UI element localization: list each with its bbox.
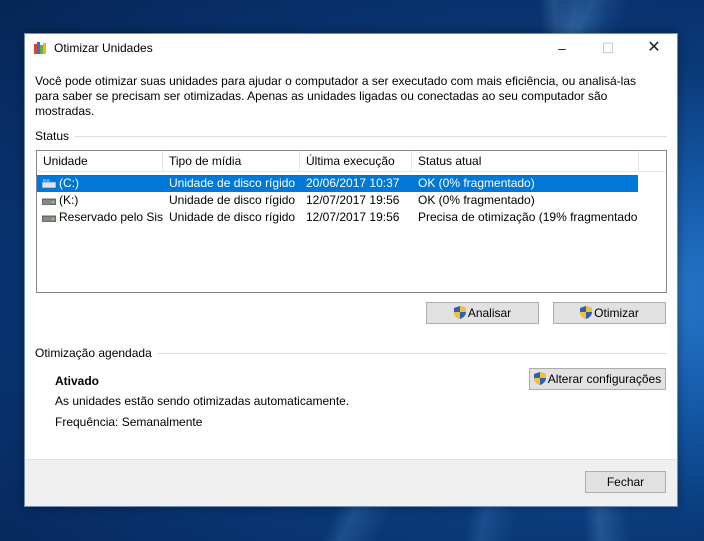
cell-unit: Reservado pelo Sist...	[59, 210, 163, 224]
change-settings-button[interactable]: Alterar configurações	[529, 368, 666, 390]
close-button[interactable]: Fechar	[585, 471, 666, 493]
column-current-status[interactable]: Status atual	[412, 151, 639, 171]
optimize-button[interactable]: Otimizar	[553, 302, 666, 324]
drives-list[interactable]: Unidade Tipo de mídia Última execução St…	[36, 150, 667, 293]
windows-drive-icon	[42, 179, 56, 188]
table-row[interactable]: Reservado pelo Sist... Unidade de disco …	[37, 209, 638, 226]
uac-shield-icon	[533, 372, 546, 385]
cell-status: OK (0% fragmentado)	[418, 193, 535, 207]
table-row[interactable]: (C:) Unidade de disco rígido 20/06/2017 …	[37, 175, 638, 192]
status-group-line	[35, 136, 667, 137]
cell-last-run: 12/07/2017 19:56	[306, 210, 400, 224]
cell-media: Unidade de disco rígido	[169, 176, 296, 190]
cell-media: Unidade de disco rígido	[169, 210, 296, 224]
uac-shield-icon	[580, 306, 593, 319]
cell-status: Precisa de otimização (19% fragmentado)	[418, 210, 638, 224]
cell-status: OK (0% fragmentado)	[418, 176, 535, 190]
column-last-run[interactable]: Última execução	[300, 151, 412, 171]
drive-icon	[42, 198, 56, 205]
column-unit[interactable]: Unidade	[37, 151, 163, 171]
column-media-type[interactable]: Tipo de mídia	[163, 151, 300, 171]
uac-shield-icon	[453, 306, 466, 319]
analyze-button[interactable]: Analisar	[426, 302, 539, 324]
description-text: Você pode otimizar suas unidades para aj…	[35, 74, 637, 118]
status-group-label: Status	[35, 129, 76, 143]
maximize-button[interactable]: ☐	[585, 34, 631, 62]
drive-icon	[42, 215, 56, 222]
title-bar[interactable]: Otimizar Unidades – ☐ ✕	[25, 34, 677, 62]
schedule-state: Ativado	[55, 374, 100, 388]
schedule-description: As unidades estão sendo otimizadas autom…	[55, 394, 350, 408]
cell-last-run: 12/07/2017 19:56	[306, 193, 400, 207]
minimize-button[interactable]: –	[539, 34, 585, 62]
analyze-label: Analisar	[467, 306, 512, 320]
dialog-footer: Fechar	[25, 459, 677, 506]
cell-media: Unidade de disco rígido	[169, 193, 296, 207]
cell-unit: (C:)	[59, 176, 79, 190]
schedule-frequency: Frequência: Semanalmente	[55, 415, 203, 429]
drives-list-header: Unidade Tipo de mídia Última execução St…	[37, 151, 666, 172]
cell-unit: (K:)	[59, 193, 79, 207]
window-client-area: Você pode otimizar suas unidades para aj…	[25, 62, 677, 506]
close-window-button[interactable]: ✕	[631, 34, 677, 62]
window-title: Otimizar Unidades	[54, 41, 153, 55]
optimize-label: Otimizar	[594, 306, 639, 320]
cell-last-run: 20/06/2017 10:37	[306, 176, 400, 190]
optimize-drives-window: Otimizar Unidades – ☐ ✕ Você pode otimiz…	[24, 33, 678, 507]
defrag-app-icon	[34, 42, 46, 54]
schedule-group-label: Otimização agendada	[35, 346, 158, 360]
table-row[interactable]: (K:) Unidade de disco rígido 12/07/2017 …	[37, 192, 638, 209]
change-settings-label: Alterar configurações	[547, 372, 662, 386]
